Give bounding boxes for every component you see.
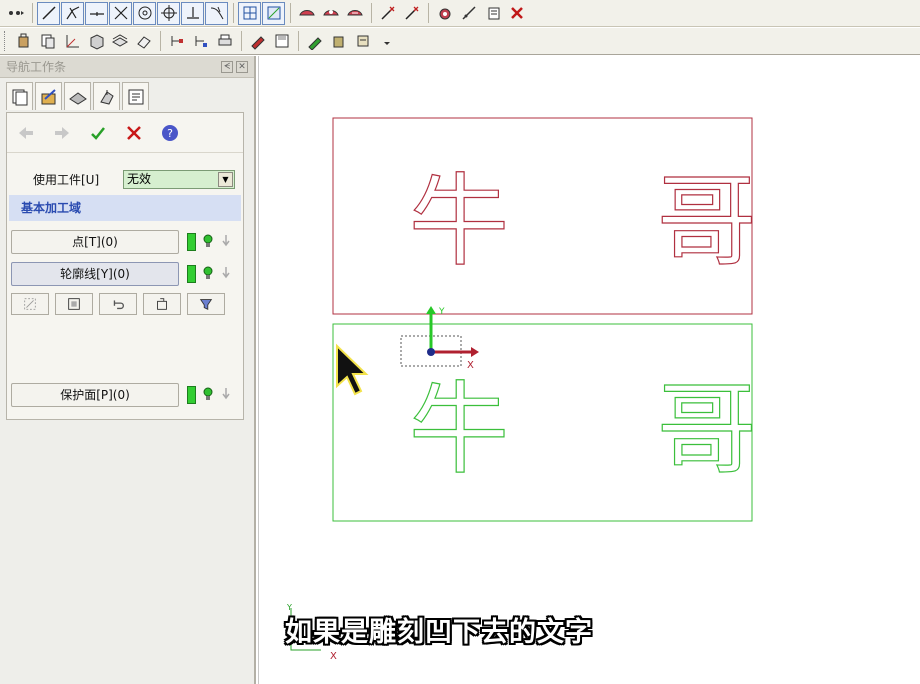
surface-icon[interactable] [262, 1, 285, 25]
line-icon[interactable] [37, 1, 60, 25]
protect-arrow-down-icon[interactable] [221, 387, 231, 401]
navigator-tabs [6, 82, 149, 110]
use-workpiece-label: 使用工件[U] [33, 173, 100, 187]
contour-arrow-down-icon[interactable] [221, 266, 231, 280]
node-icon[interactable] [165, 30, 189, 53]
cross-icon[interactable] [109, 1, 132, 25]
tab-report-icon[interactable] [122, 82, 149, 110]
trim-icon[interactable] [205, 1, 228, 25]
navigator-title-bar: 导航工作条 ᗕ ✕ [0, 56, 254, 78]
toolbar-top [0, 0, 920, 27]
box-icon[interactable] [84, 30, 108, 53]
shape2-icon[interactable] [319, 2, 343, 25]
navigator-action-bar: ? [7, 113, 243, 153]
axis-icon[interactable] [60, 30, 84, 53]
x-axis-label: X [467, 360, 474, 371]
app-window: 导航工作条 ᗕ ✕ ? 使用工件[U] 无效 ▼ 基本加工域 点[T](0) 轮… [0, 0, 920, 684]
y-axis-arrow-icon [426, 306, 436, 314]
eraser-icon[interactable] [132, 30, 156, 53]
contour-button[interactable]: 轮廓线[Y](0) [11, 262, 179, 286]
tab-tool-icon[interactable] [93, 82, 120, 110]
save-icon[interactable] [270, 30, 294, 53]
protect-bulb-icon[interactable] [203, 387, 213, 401]
target-icon[interactable] [157, 1, 180, 25]
contour-tools [11, 293, 225, 315]
measure-icon[interactable] [433, 2, 457, 25]
confirm-check-icon[interactable] [87, 122, 109, 144]
layer-icon[interactable] [108, 30, 132, 53]
note-icon[interactable] [481, 2, 505, 25]
grid-icon[interactable] [238, 1, 261, 25]
curve-icon[interactable] [61, 1, 84, 25]
contour-color-indicator[interactable] [187, 265, 196, 283]
point-color-indicator[interactable] [187, 233, 196, 251]
navigator-title: 导航工作条 [6, 60, 67, 74]
protect-surface-button[interactable]: 保护面[P](0) [11, 383, 179, 407]
toolbar-second [0, 28, 920, 55]
tool-icon[interactable] [457, 2, 481, 25]
tool3-icon[interactable] [351, 30, 375, 53]
x-axis-arrow-icon [471, 347, 479, 357]
drawing-canvas[interactable]: 牛 哥 牛 哥 Y X Y X [258, 56, 920, 684]
arc-icon[interactable] [85, 1, 108, 25]
origin-point[interactable] [427, 348, 435, 356]
color-icon[interactable] [246, 30, 270, 53]
top-text-outline[interactable]: 牛 哥 [408, 162, 815, 280]
close-icon[interactable]: ✕ [236, 60, 248, 73]
shape3-icon[interactable] [343, 2, 367, 25]
part-icon[interactable] [12, 30, 36, 53]
tab-copy-icon[interactable] [6, 82, 33, 110]
shape-icon[interactable] [295, 2, 319, 25]
section-header: 基本加工域 [9, 195, 241, 221]
point-bulb-icon[interactable] [203, 234, 213, 248]
chevron-down-icon[interactable]: ▼ [218, 172, 233, 187]
video-subtitle: 如果是雕刻凹下去的文字 [285, 617, 593, 648]
cancel-x-icon[interactable] [123, 122, 145, 144]
protect-color-indicator[interactable] [187, 386, 196, 404]
select-contour-icon[interactable] [55, 293, 93, 315]
cut2-icon[interactable] [400, 2, 424, 25]
move-icon[interactable] [4, 2, 28, 25]
node2-icon[interactable] [189, 30, 213, 53]
y-axis-label: Y [438, 307, 445, 317]
cut-icon[interactable] [376, 2, 400, 25]
pin-icon[interactable]: ᗕ [221, 60, 233, 73]
dropdown-icon[interactable] [375, 30, 399, 53]
tool2-icon[interactable] [327, 30, 351, 53]
forward-arrow-icon[interactable] [51, 122, 73, 144]
tab-edit-icon[interactable] [35, 82, 62, 110]
use-workpiece-select[interactable]: 无效 ▼ [123, 170, 235, 189]
bottom-text-outline[interactable]: 牛 哥 [408, 370, 815, 488]
navigator-panel: 导航工作条 ᗕ ✕ ? 使用工件[U] 无效 ▼ 基本加工域 点[T](0) 轮… [0, 56, 256, 684]
help-icon[interactable]: ? [159, 122, 181, 144]
circle-icon[interactable] [133, 1, 156, 25]
world-x-label: X [330, 651, 337, 662]
use-workpiece-row: 使用工件[U] [11, 171, 99, 188]
svg-text:?: ? [167, 127, 173, 140]
pick-contour-icon[interactable] [11, 293, 49, 315]
print-icon[interactable] [213, 30, 237, 53]
funnel-icon[interactable] [187, 293, 225, 315]
offset-icon[interactable] [181, 1, 204, 25]
point-button[interactable]: 点[T](0) [11, 230, 179, 254]
back-arrow-icon[interactable] [15, 122, 37, 144]
navigator-content: ? 使用工件[U] 无效 ▼ 基本加工域 点[T](0) 轮廓线[Y](0) 保… [6, 112, 244, 420]
use-workpiece-value: 无效 [127, 172, 152, 186]
contour-bulb-icon[interactable] [203, 266, 213, 280]
edit-contour-icon[interactable] [143, 293, 181, 315]
tab-surface-icon[interactable] [64, 82, 91, 110]
drawing-svg[interactable]: 牛 哥 牛 哥 Y X Y X [259, 56, 920, 684]
pen-icon[interactable] [303, 30, 327, 53]
mouse-cursor-icon [336, 343, 369, 396]
point-arrow-down-icon[interactable] [221, 234, 231, 248]
undo-icon[interactable] [99, 293, 137, 315]
copy-icon[interactable] [36, 30, 60, 53]
delete-icon[interactable] [505, 2, 529, 25]
